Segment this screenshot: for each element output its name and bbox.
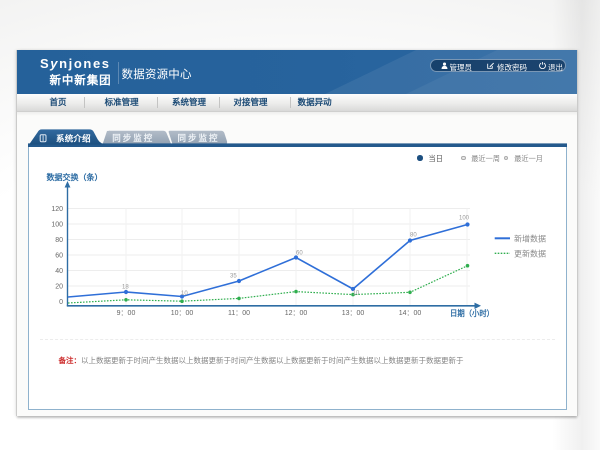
svg-text:60: 60 (296, 251, 303, 257)
svg-text:80: 80 (55, 237, 63, 244)
svg-text:日期（小时）: 日期（小时） (450, 308, 494, 318)
svg-text:18: 18 (122, 285, 129, 291)
svg-text:9：00: 9：00 (117, 310, 136, 317)
svg-text:100: 100 (51, 222, 63, 229)
svg-text:20: 20 (55, 284, 63, 291)
svg-text:11：00: 11：00 (228, 310, 250, 317)
svg-text:同步监控: 同步监控 (112, 133, 154, 143)
svg-text:120: 120 (51, 206, 63, 213)
svg-text:100: 100 (459, 216, 470, 222)
svg-text:更新数据: 更新数据 (514, 248, 546, 258)
svg-text:同步监控: 同步监控 (178, 133, 220, 143)
svg-text:35: 35 (230, 274, 237, 280)
svg-text:40: 40 (55, 268, 63, 275)
svg-text:60: 60 (55, 253, 63, 260)
svg-text:13：00: 13：00 (342, 310, 365, 317)
svg-text:12：00: 12：00 (285, 310, 308, 317)
svg-text:系统介绍: 系统介绍 (56, 133, 91, 143)
svg-text:10：00: 10：00 (171, 310, 194, 317)
svg-text:14：00: 14：00 (399, 310, 422, 317)
svg-text:10: 10 (181, 291, 188, 297)
svg-text:0: 0 (59, 299, 63, 306)
svg-text:10: 10 (353, 291, 360, 297)
svg-text:新增数据: 新增数据 (514, 233, 546, 243)
svg-text:80: 80 (410, 233, 417, 239)
